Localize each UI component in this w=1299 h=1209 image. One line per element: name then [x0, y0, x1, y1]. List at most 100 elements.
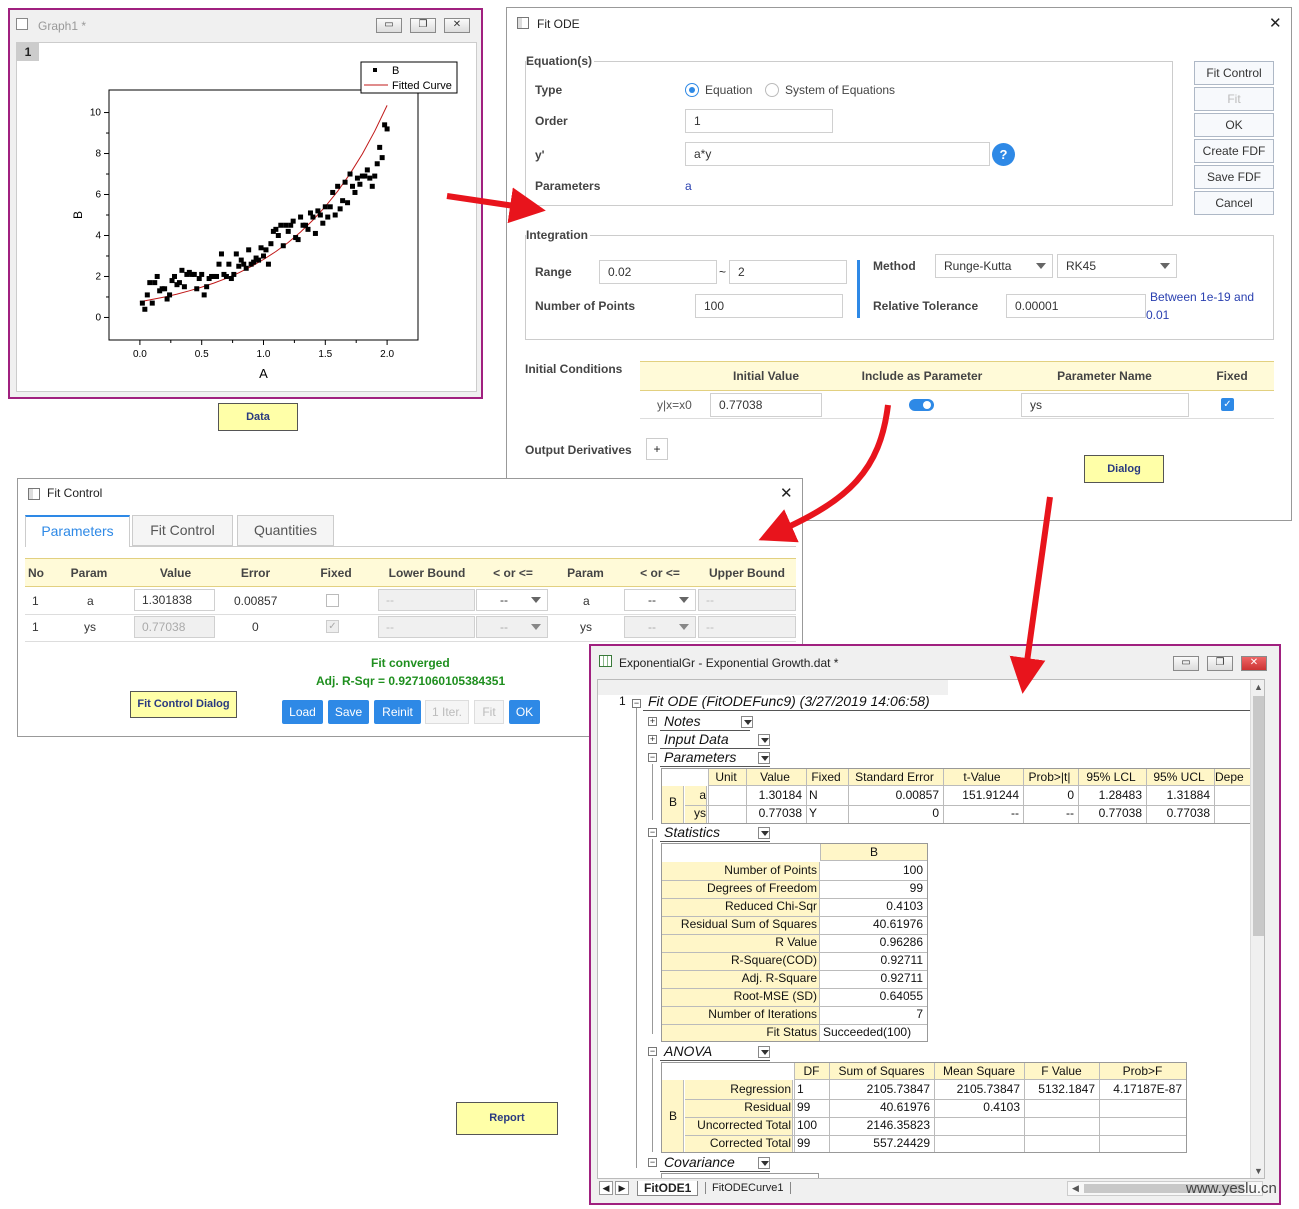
workbook-icon [599, 655, 612, 667]
collapse-icon[interactable]: − [648, 828, 657, 837]
fixed-checkbox[interactable]: ✓ [1221, 398, 1234, 411]
data-point [199, 271, 205, 277]
sheet-tab-fitodecurve1[interactable]: FitODECurve1 [705, 1182, 791, 1194]
row2-value-input[interactable]: 0.77038 [134, 616, 215, 638]
section-anova[interactable]: ANOVA [664, 1043, 712, 1059]
scroll-thumb[interactable] [1253, 696, 1264, 936]
scroll-down-icon[interactable]: ▼ [1254, 1166, 1263, 1176]
report-sheet[interactable]: 1 − Fit ODE (FitODEFunc9) (3/27/2019 14:… [597, 679, 1265, 1179]
row2-upper-bound[interactable]: -- [698, 616, 796, 638]
ok-button[interactable]: OK [509, 700, 540, 724]
plot-frame [108, 89, 419, 341]
row2-lower-bound[interactable]: -- [378, 616, 475, 638]
row1-lower-bound[interactable]: -- [378, 589, 475, 611]
npts-input[interactable]: 100 [695, 294, 843, 318]
collapse-icon[interactable]: − [648, 1158, 657, 1167]
y-axis-label: B [71, 211, 85, 219]
row2-fixed-checkbox[interactable]: ✓ [326, 620, 339, 633]
one-iter-button[interactable]: 1 Iter. [425, 700, 469, 724]
close-icon[interactable]: ✕ [1269, 14, 1282, 32]
method-select[interactable]: Runge-Kutta [935, 254, 1053, 278]
range-to-input[interactable]: 2 [729, 260, 847, 284]
help-icon[interactable]: ? [992, 143, 1015, 166]
ok-button[interactable]: OK [1194, 113, 1274, 137]
close-button[interactable]: ✕ [1241, 656, 1267, 671]
fit-button[interactable]: Fit [1194, 87, 1274, 111]
covariance-table-top [661, 1173, 819, 1178]
tab-prev-icon[interactable]: ◀ [599, 1181, 613, 1195]
collapse-icon[interactable]: − [632, 699, 641, 708]
sheet-tab-fitode1[interactable]: FitODE1 [637, 1181, 699, 1196]
tolerance-input[interactable]: 0.00001 [1006, 294, 1146, 318]
dropdown-icon[interactable] [758, 734, 770, 746]
range-separator: ~ [719, 265, 727, 279]
row1-upper-op[interactable]: -- [624, 589, 696, 611]
heading-underline [643, 710, 1261, 711]
param-cell-lcl: 0.77038 [1098, 806, 1142, 820]
scroll-up-icon[interactable]: ▲ [1254, 682, 1263, 692]
minimize-button[interactable]: ▭ [376, 18, 402, 33]
param-name-input[interactable]: ys [1021, 393, 1189, 417]
row1-lower-op[interactable]: -- [476, 589, 548, 611]
dropdown-icon[interactable] [758, 1046, 770, 1058]
tab-parameters[interactable]: Parameters [25, 515, 130, 547]
chevron-down-icon [531, 597, 541, 603]
tab-fit-control[interactable]: Fit Control [132, 515, 233, 546]
cancel-button[interactable]: Cancel [1194, 191, 1274, 215]
create-fdf-button[interactable]: Create FDF [1194, 139, 1274, 163]
section-notes[interactable]: Notes [664, 713, 701, 729]
row1-param2: a [583, 594, 590, 608]
section-statistics[interactable]: Statistics [664, 824, 720, 840]
data-point [265, 261, 271, 267]
anova-cell-df: 99 [797, 1100, 811, 1114]
dropdown-icon[interactable] [741, 716, 753, 728]
parameters-label: Parameters [535, 179, 601, 193]
reinit-button[interactable]: Reinit [374, 700, 421, 724]
output-derivatives-button[interactable]: + [646, 438, 668, 460]
minimize-button[interactable]: ▭ [1173, 656, 1199, 671]
order-input[interactable]: 1 [685, 109, 833, 133]
expand-icon[interactable]: + [648, 717, 657, 726]
section-input-data[interactable]: Input Data [664, 731, 729, 747]
vertical-scrollbar[interactable]: ▲ ▼ [1250, 680, 1264, 1178]
restore-button[interactable]: ❐ [1207, 656, 1233, 671]
load-button[interactable]: Load [282, 700, 323, 724]
yprime-input[interactable]: a*y [685, 142, 990, 166]
dropdown-icon[interactable] [758, 752, 770, 764]
collapse-icon[interactable]: − [648, 1047, 657, 1056]
close-button[interactable]: ✕ [444, 18, 470, 33]
fit-button[interactable]: Fit [474, 700, 504, 724]
ic-value-input[interactable]: 0.77038 [710, 393, 822, 417]
radio-equation[interactable] [685, 83, 699, 97]
dropdown-icon[interactable] [758, 827, 770, 839]
restore-button[interactable]: ❐ [410, 18, 436, 33]
row1-value-input[interactable]: 1.301838 [134, 589, 215, 611]
dropdown-icon[interactable] [758, 1157, 770, 1169]
radio-system[interactable] [765, 83, 779, 97]
tab-next-icon[interactable]: ▶ [615, 1181, 629, 1195]
tab-quantities[interactable]: Quantities [237, 515, 334, 546]
ic-header-include: Include as Parameter [861, 369, 983, 383]
fit-control-button[interactable]: Fit Control [1194, 61, 1274, 85]
data-point [176, 280, 182, 286]
submethod-select[interactable]: RK45 [1057, 254, 1177, 278]
section-covariance[interactable]: Covariance [664, 1154, 735, 1170]
close-icon[interactable]: ✕ [780, 484, 793, 502]
row2-lower-op[interactable]: -- [476, 616, 548, 638]
collapse-icon[interactable]: − [648, 753, 657, 762]
fit-control-caption: Fit Control Dialog [130, 691, 237, 718]
radio-system-label: System of Equations [785, 83, 896, 97]
graph-canvas[interactable]: 1 0.0 0.5 1.0 1.5 2.0 0 2 4 6 8 10 A B B Fitted Curve [16, 42, 477, 392]
range-from-input[interactable]: 0.02 [599, 260, 717, 284]
section-parameters[interactable]: Parameters [664, 749, 736, 765]
save-fdf-button[interactable]: Save FDF [1194, 165, 1274, 189]
data-point [337, 206, 343, 212]
expand-icon[interactable]: + [648, 735, 657, 744]
row1-fixed-checkbox[interactable] [326, 594, 339, 607]
scroll-left-icon[interactable]: ◀ [1072, 1183, 1079, 1194]
graph-titlebar[interactable]: Graph1 * ▭ ❐ ✕ [10, 10, 481, 40]
save-button[interactable]: Save [328, 700, 369, 724]
row2-upper-op[interactable]: -- [624, 616, 696, 638]
include-toggle[interactable] [909, 399, 934, 411]
row1-upper-bound[interactable]: -- [698, 589, 796, 611]
